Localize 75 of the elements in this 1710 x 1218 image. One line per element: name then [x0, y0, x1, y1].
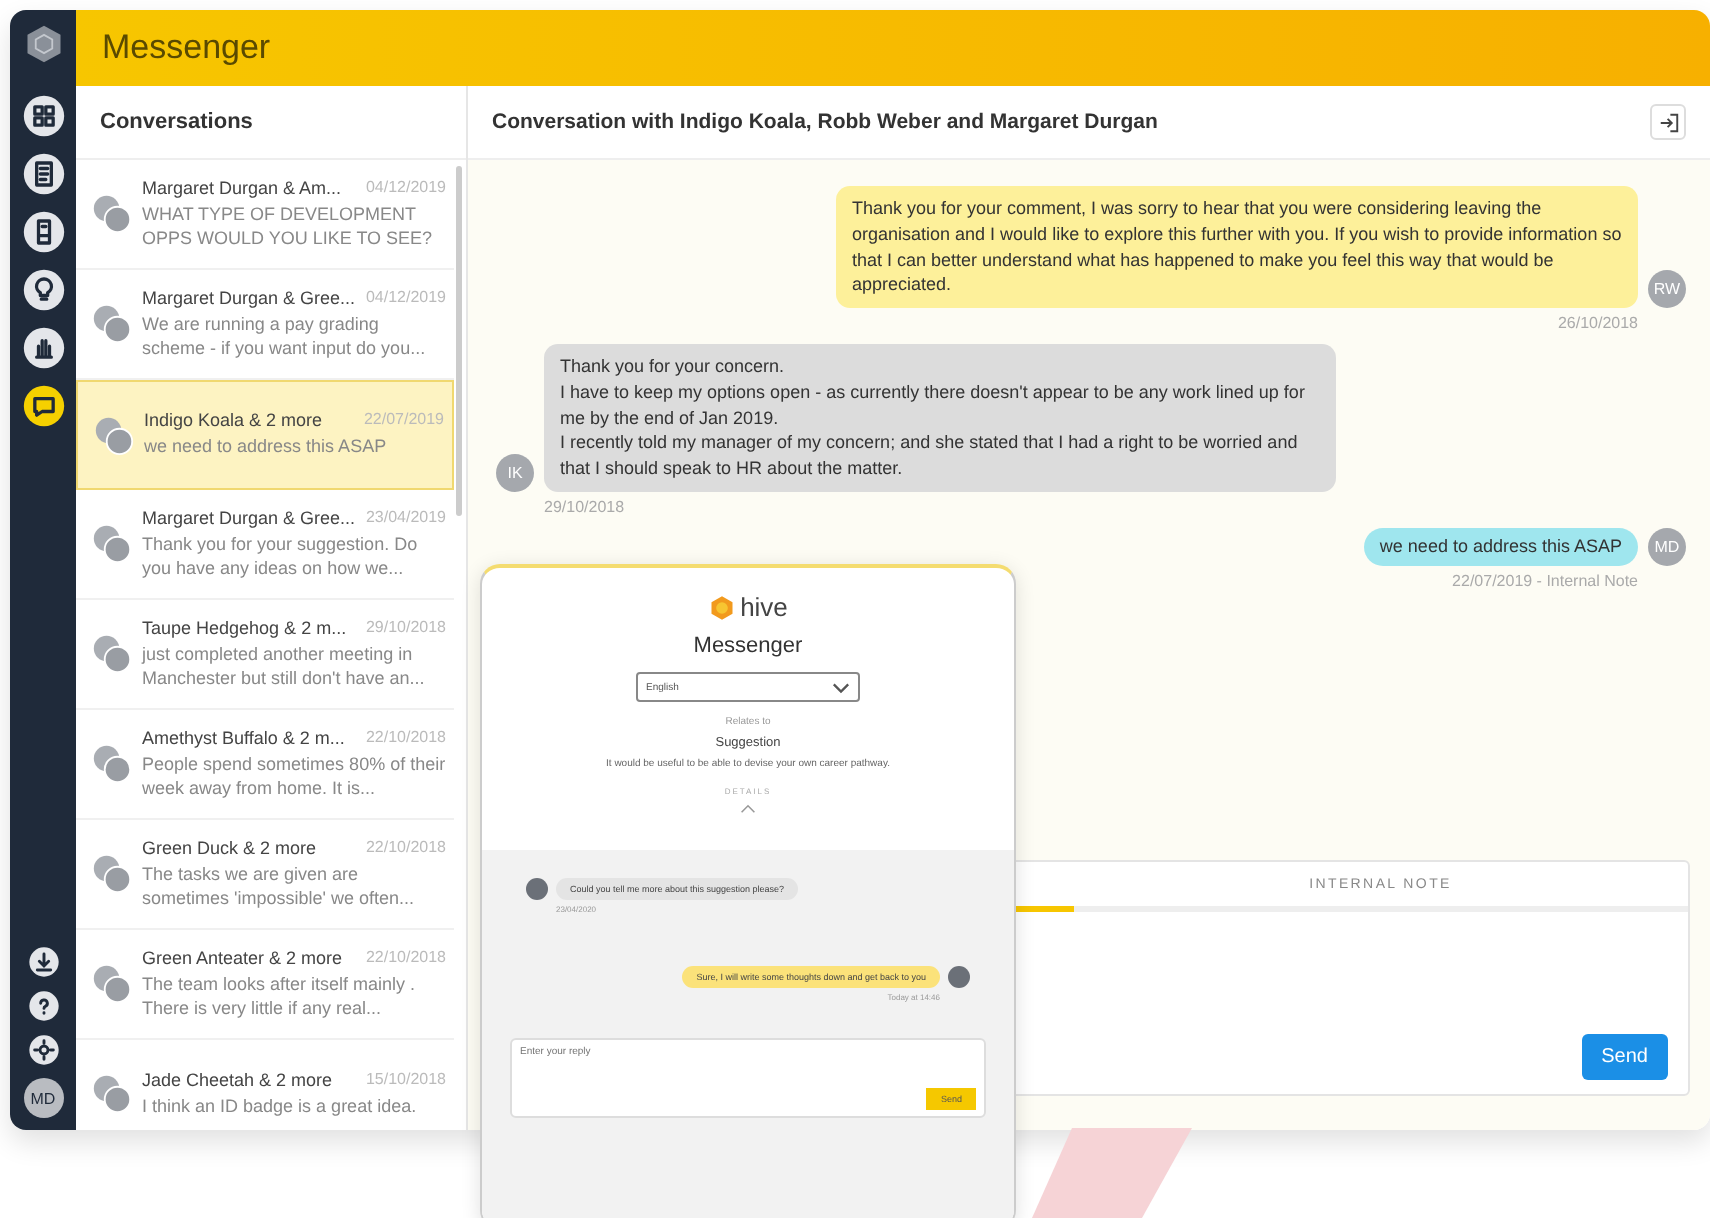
conversation-preview: WHAT TYPE OF DEVELOPMENT OPPS WOULD YOU LIKE TO SEE? — [142, 201, 435, 251]
panel-title: Conversations — [100, 110, 253, 134]
avatar-pair-icon — [94, 415, 134, 455]
conversation-date: 29/10/2018 — [365, 617, 446, 638]
conversation-name: Margaret Durgan & Am... — [142, 177, 342, 198]
message-bubble: Thank you for your comment, I was sorry to hear that you were considering leaving the organisation and I would like to explore this further with you. If you wish to provide information so that I can better understand what has happened to make you feel this way that would be appreciated. — [836, 186, 1638, 309]
exit-button[interactable] — [1650, 104, 1686, 140]
document-icon[interactable] — [21, 152, 65, 196]
conversation-date: 22/10/2018 — [365, 727, 446, 748]
help-icon[interactable] — [27, 990, 59, 1022]
conversation-item[interactable]: Margaret Durgan & Gree... 23/04/2019 Thank you for your suggestion. Do you have any ideas on how we... — [76, 490, 454, 600]
conversation-name: Green Anteater & 2 more — [142, 947, 343, 968]
conversation-name: Jade Cheetah & 2 more — [142, 1069, 333, 1090]
chat-icon[interactable] — [21, 384, 65, 428]
exit-icon — [1657, 111, 1679, 133]
avatar: IK — [496, 453, 534, 492]
avatar: MD — [1648, 527, 1686, 566]
conversation-item[interactable]: Taupe Hedgehog & 2 m... 29/10/2018 just completed another meeting in Manchester but still don't have an... — [76, 600, 454, 710]
conversation-name: Indigo Koala & 2 more — [144, 410, 323, 431]
chevron-up-icon — [740, 804, 756, 814]
hexagon-logo-icon — [708, 593, 737, 621]
message-date: 26/10/2018 — [1557, 314, 1638, 333]
conversation-date: 04/12/2019 — [365, 177, 446, 198]
conversation-date: 04/12/2019 — [365, 287, 446, 308]
user-avatar[interactable]: MD — [23, 1078, 63, 1118]
conversation-date: 15/10/2018 — [365, 1069, 446, 1090]
avatar: RW — [1648, 270, 1686, 309]
conversation-title: Conversation with Indigo Koala, Robb Weber and Margaret Durgan — [492, 110, 1158, 134]
message-date: 29/10/2018 — [544, 497, 627, 516]
avatar-icon — [948, 966, 970, 988]
conversation-date: 22/10/2018 — [365, 947, 446, 968]
conversation-item[interactable]: Amethyst Buffalo & 2 m... 22/10/2018 People spend sometimes 80% of their week away from home. It is... — [76, 710, 454, 820]
settings-icon[interactable] — [27, 1034, 59, 1066]
conversation-preview: just completed another meeting in Manchester but still don't have an... — [142, 641, 427, 691]
grid-icon[interactable] — [21, 94, 65, 138]
conversation-name: Margaret Durgan & Gree... — [142, 287, 356, 308]
avatar-pair-icon — [92, 964, 132, 1004]
conversation-item[interactable]: Green Anteater & 2 more 22/10/2018 The team looks after itself mainly . There is very little if any real... — [76, 930, 454, 1040]
avatar-pair-icon — [92, 1074, 132, 1114]
conversation-name: Green Duck & 2 more — [142, 837, 317, 858]
conversation-item[interactable]: Green Duck & 2 more 22/10/2018 The tasks we are given are sometimes 'impossible' we often... — [76, 820, 454, 930]
scrollbar[interactable] — [456, 166, 462, 516]
conversation-date: 23/04/2019 — [365, 507, 446, 528]
message-bubble: Thank you for your concern. I have to keep my options open - as currently there doesn't appear to be any work lined up for me by the end of Jan 2019. I recently told my manager of my concern; and she stated that I had a right to be worried and that I should speak to HR about the matter. — [544, 344, 1336, 492]
conversation-name: Amethyst Buffalo & 2 m... — [142, 727, 345, 748]
lightbulb-icon[interactable] — [21, 268, 65, 312]
app-title: Messenger — [102, 28, 271, 68]
avatar-pair-icon — [92, 524, 132, 564]
widget-title: Messenger — [693, 634, 803, 658]
badge-icon[interactable] — [21, 210, 65, 254]
avatar-pair-icon — [92, 634, 132, 674]
avatar-icon — [526, 878, 548, 900]
avatar-pair-icon — [92, 744, 132, 784]
conversation-preview: The team looks after itself mainly . There is very little if any real... — [142, 971, 418, 1021]
conversation-name: Margaret Durgan & Gree... — [142, 507, 356, 528]
message-bubble: we need to address this ASAP — [1363, 528, 1638, 566]
conversation-item[interactable]: Margaret Durgan & Am... 04/12/2019 WHAT TYPE OF DEVELOPMENT OPPS WOULD YOU LIKE TO SEE? — [76, 160, 454, 270]
avatar-pair-icon — [92, 304, 132, 344]
message-date: 22/07/2019 - Internal Note — [1452, 571, 1638, 590]
avatar-pair-icon — [92, 854, 132, 894]
conversation-preview: Thank you for your suggestion. Do you have any ideas on how we... — [142, 531, 420, 581]
conversation-preview: The tasks we are given are sometimes 'impossible' we often... — [142, 861, 416, 911]
avatar-pair-icon — [92, 194, 132, 234]
conversation-preview: People spend sometimes 80% of their week away from home. It is... — [142, 751, 446, 801]
conversation-preview: We are running a pay grading scheme - if you want input do you... — [142, 311, 428, 361]
conversation-date: 22/10/2018 — [365, 837, 446, 858]
brand-name: hive — [740, 592, 788, 622]
conversation-date: 22/07/2019 — [363, 410, 444, 431]
conversation-preview: I think an ID badge is a great idea. — [142, 1093, 419, 1119]
conversation-item[interactable]: Jade Cheetah & 2 more 15/10/2018 I think an ID badge is a great idea. — [76, 1040, 454, 1130]
download-icon[interactable] — [27, 946, 59, 978]
chevron-down-icon — [832, 681, 850, 693]
conversation-name: Taupe Hedgehog & 2 m... — [142, 617, 347, 638]
conversation-preview: we need to address this ASAP — [144, 434, 389, 460]
conversation-item[interactable]: Indigo Koala & 2 more 22/07/2019 we need to address this ASAP — [76, 380, 454, 490]
